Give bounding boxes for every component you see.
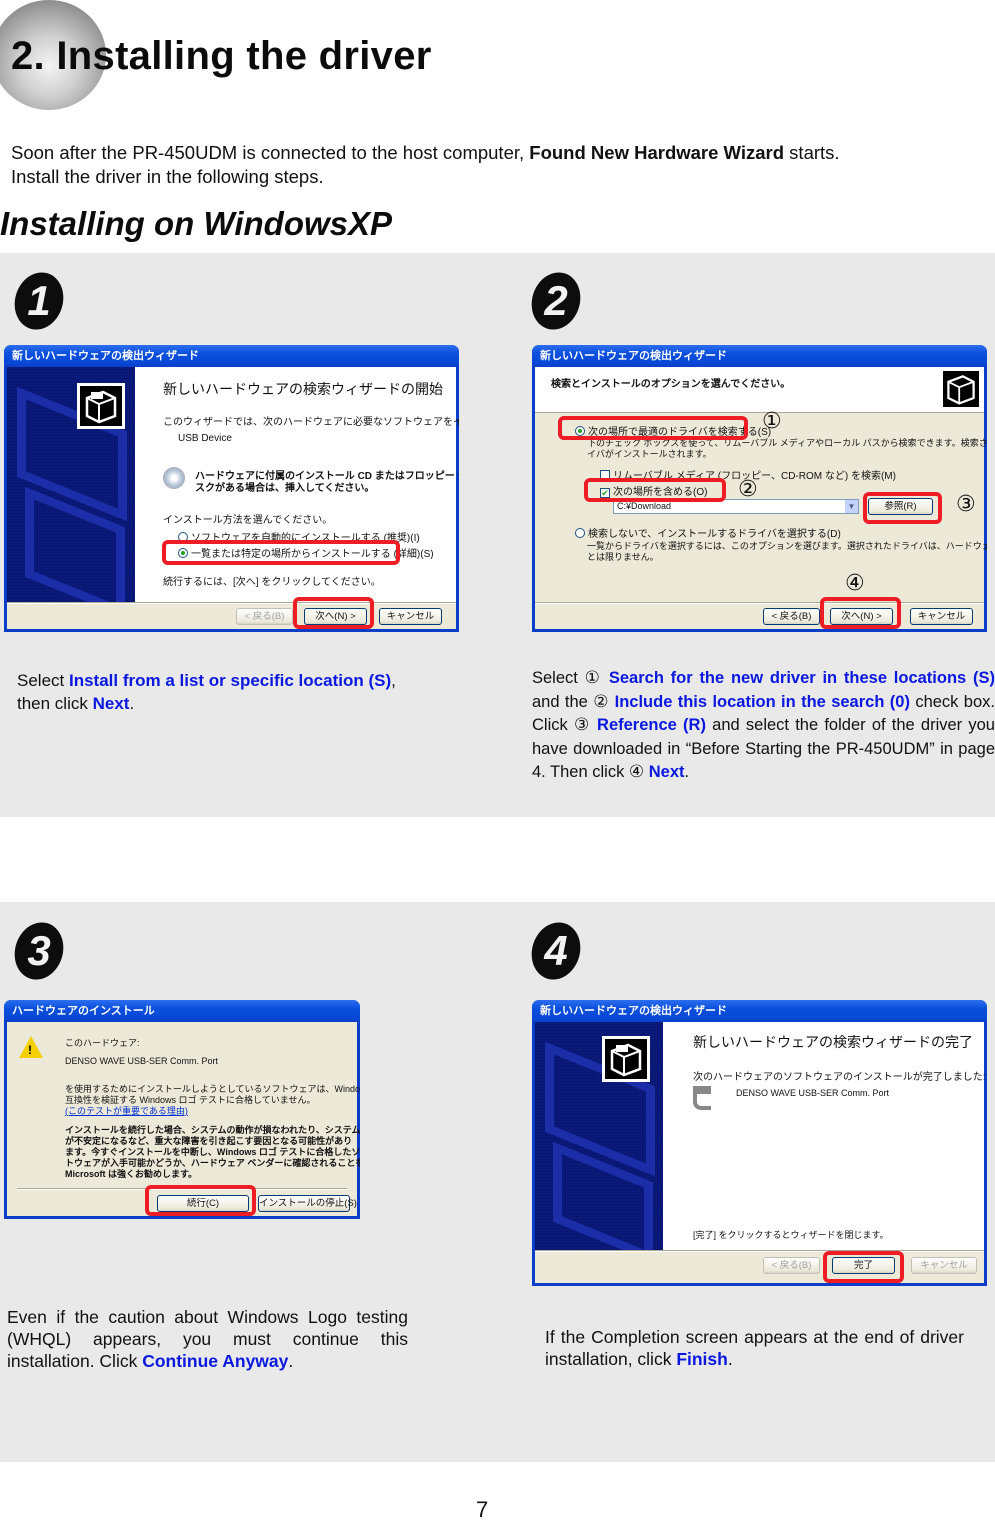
step-1-description: Select Install from a list or specific l… (17, 671, 396, 713)
cancel-button[interactable]: キャンセル (911, 1257, 977, 1274)
chevron-down-icon[interactable]: ▼ (845, 500, 858, 513)
radio-button[interactable] (575, 528, 585, 538)
step-1-badge: 1 (7, 266, 71, 336)
dialog-title: 新しいハードウェアの検出ウィザード (4, 345, 459, 367)
choose-method-label: インストール方法を選んでください。 (163, 515, 333, 526)
cancel-button[interactable]: キャンセル (379, 608, 442, 625)
highlight-browse-button (863, 492, 942, 524)
highlight-include-location (584, 478, 726, 502)
hardware-label: このハードウェア: (65, 1038, 140, 1048)
device-name: DENSO WAVE USB-SER Comm. Port (736, 1088, 890, 1098)
step-number: 3 (27, 927, 51, 974)
wizard-heading: 新しいハードウェアの検索ウィザードの開始 (163, 381, 443, 397)
hardware-wizard-icon (602, 1036, 650, 1082)
marker-4: ④ (845, 571, 865, 596)
path-value: C:¥Download (617, 501, 672, 511)
step-number: 4 (544, 927, 568, 974)
dialog-title: ハードウェアのインストール (4, 1000, 360, 1022)
finish-hint: [完了] をクリックするとウィザードを閉じます。 (693, 1230, 889, 1240)
step-2-badge: 2 (524, 266, 588, 336)
intro-line1-pre: Soon after the PR-450UDM is connected to… (11, 142, 530, 163)
highlight-continue-button (145, 1185, 256, 1216)
highlight-next: Next (92, 694, 130, 713)
separator (535, 1250, 984, 1252)
why-important-link[interactable]: (このテストが重要である理由) (65, 1104, 188, 1117)
step-4-badge: 4 (524, 916, 588, 986)
highlight-search-option (558, 416, 748, 440)
separator (535, 602, 984, 604)
step-3-badge: 3 (7, 916, 71, 986)
stop-installation-button[interactable]: インストールの停止(S) (258, 1195, 357, 1212)
highlight-include-location: Include this location in the search (0) (614, 692, 910, 711)
section-title: Installing on WindowsXP (0, 205, 393, 242)
highlight-reference: Reference (R) (597, 716, 706, 734)
dialog-1-found-new-hardware: 新しいハードウェアの検出ウィザード 新しいハードウェアの検索ウィザードの開始 こ… (4, 345, 459, 632)
cd-text-2: スクがある場合は、挿入してください。 (195, 483, 375, 494)
radio-choose-driver[interactable]: 検索しないで、インストールするドライバを選択する(D) (575, 525, 841, 540)
dialog-4-wizard-complete: 新しいハードウェアの検出ウィザード 新しいハードウェアの検索ウィザードの完了 次… (532, 1000, 987, 1286)
dialog-title: 新しいハードウェアの検出ウィザード (532, 1000, 987, 1022)
hardware-wizard-icon (942, 370, 980, 408)
continue-hint: 続行するには、[次へ] をクリックしてください。 (163, 577, 381, 588)
step-3-description: Even if the caution about Windows Logo t… (7, 1307, 408, 1371)
step-number: 2 (544, 277, 568, 324)
wizard-heading: 検索とインストールのオプションを選んでください。 (551, 379, 791, 390)
highlight-continue-anyway: Continue Anyway (142, 1351, 289, 1371)
bold-warning-5: Microsoft は強くお勧めします。 (65, 1169, 198, 1179)
dialog-title: 新しいハードウェアの検出ウィザード (532, 345, 987, 367)
hardware-wizard-icon (77, 383, 125, 429)
highlight-next-button (820, 597, 901, 629)
wizard-intro: このウィザードでは、次のハードウェアに必要なソフトウェアをインストールします: (163, 417, 459, 428)
page-number: 7 (476, 1497, 489, 1520)
marker-2: ② (738, 477, 758, 502)
highlight-list-install-option (162, 540, 400, 565)
step-4-description: If the Completion screen appears at the … (545, 1327, 964, 1369)
highlight-next-button (293, 597, 374, 629)
serial-port-icon (693, 1086, 711, 1110)
completion-message: 次のハードウェアのソフトウェアのインストールが完了しました: (693, 1072, 986, 1083)
back-button[interactable]: < 戻る(B) (763, 1257, 820, 1274)
cancel-button[interactable]: キャンセル (910, 608, 973, 625)
highlight-finish: Finish (676, 1349, 728, 1369)
wizard-heading: 新しいハードウェアの検索ウィザードの完了 (693, 1034, 973, 1050)
page-title: 2. Installing the driver (11, 34, 432, 78)
marker-3: ③ (956, 492, 976, 517)
highlight-search-option: Search for the new driver in these locat… (608, 669, 995, 687)
back-button[interactable]: < 戻る(B) (763, 608, 820, 625)
separator (7, 602, 456, 604)
highlight-install-from-list: Install from a list or specific location… (68, 671, 392, 690)
back-button[interactable]: < 戻る(B) (236, 608, 293, 625)
device-name: DENSO WAVE USB-SER Comm. Port (65, 1056, 219, 1066)
intro-line1-post: starts. (784, 142, 840, 163)
intro-text: Soon after the PR-450UDM is connected to… (11, 141, 840, 189)
highlight-next: Next (648, 763, 685, 781)
highlight-finish-button (823, 1251, 904, 1283)
wizard-header: 検索とインストールのオプションを選んでください。 (535, 367, 984, 413)
cd-icon (163, 467, 185, 489)
intro-line2: Install the driver in the following step… (11, 166, 324, 187)
device-name: USB Device (178, 433, 232, 444)
wizard-side-graphic (7, 367, 135, 602)
step-number: 1 (27, 277, 51, 324)
manual-desc-2: とは限りません。 (587, 552, 659, 562)
step-2-description: Select ① Search for the new driver in th… (532, 668, 995, 782)
intro-wizard-name: Found New Hardware Wizard (529, 142, 785, 163)
marker-1: ① (762, 409, 782, 434)
wizard-side-graphic (535, 1022, 663, 1250)
search-desc-2: イバがインストールされます。 (587, 449, 712, 459)
